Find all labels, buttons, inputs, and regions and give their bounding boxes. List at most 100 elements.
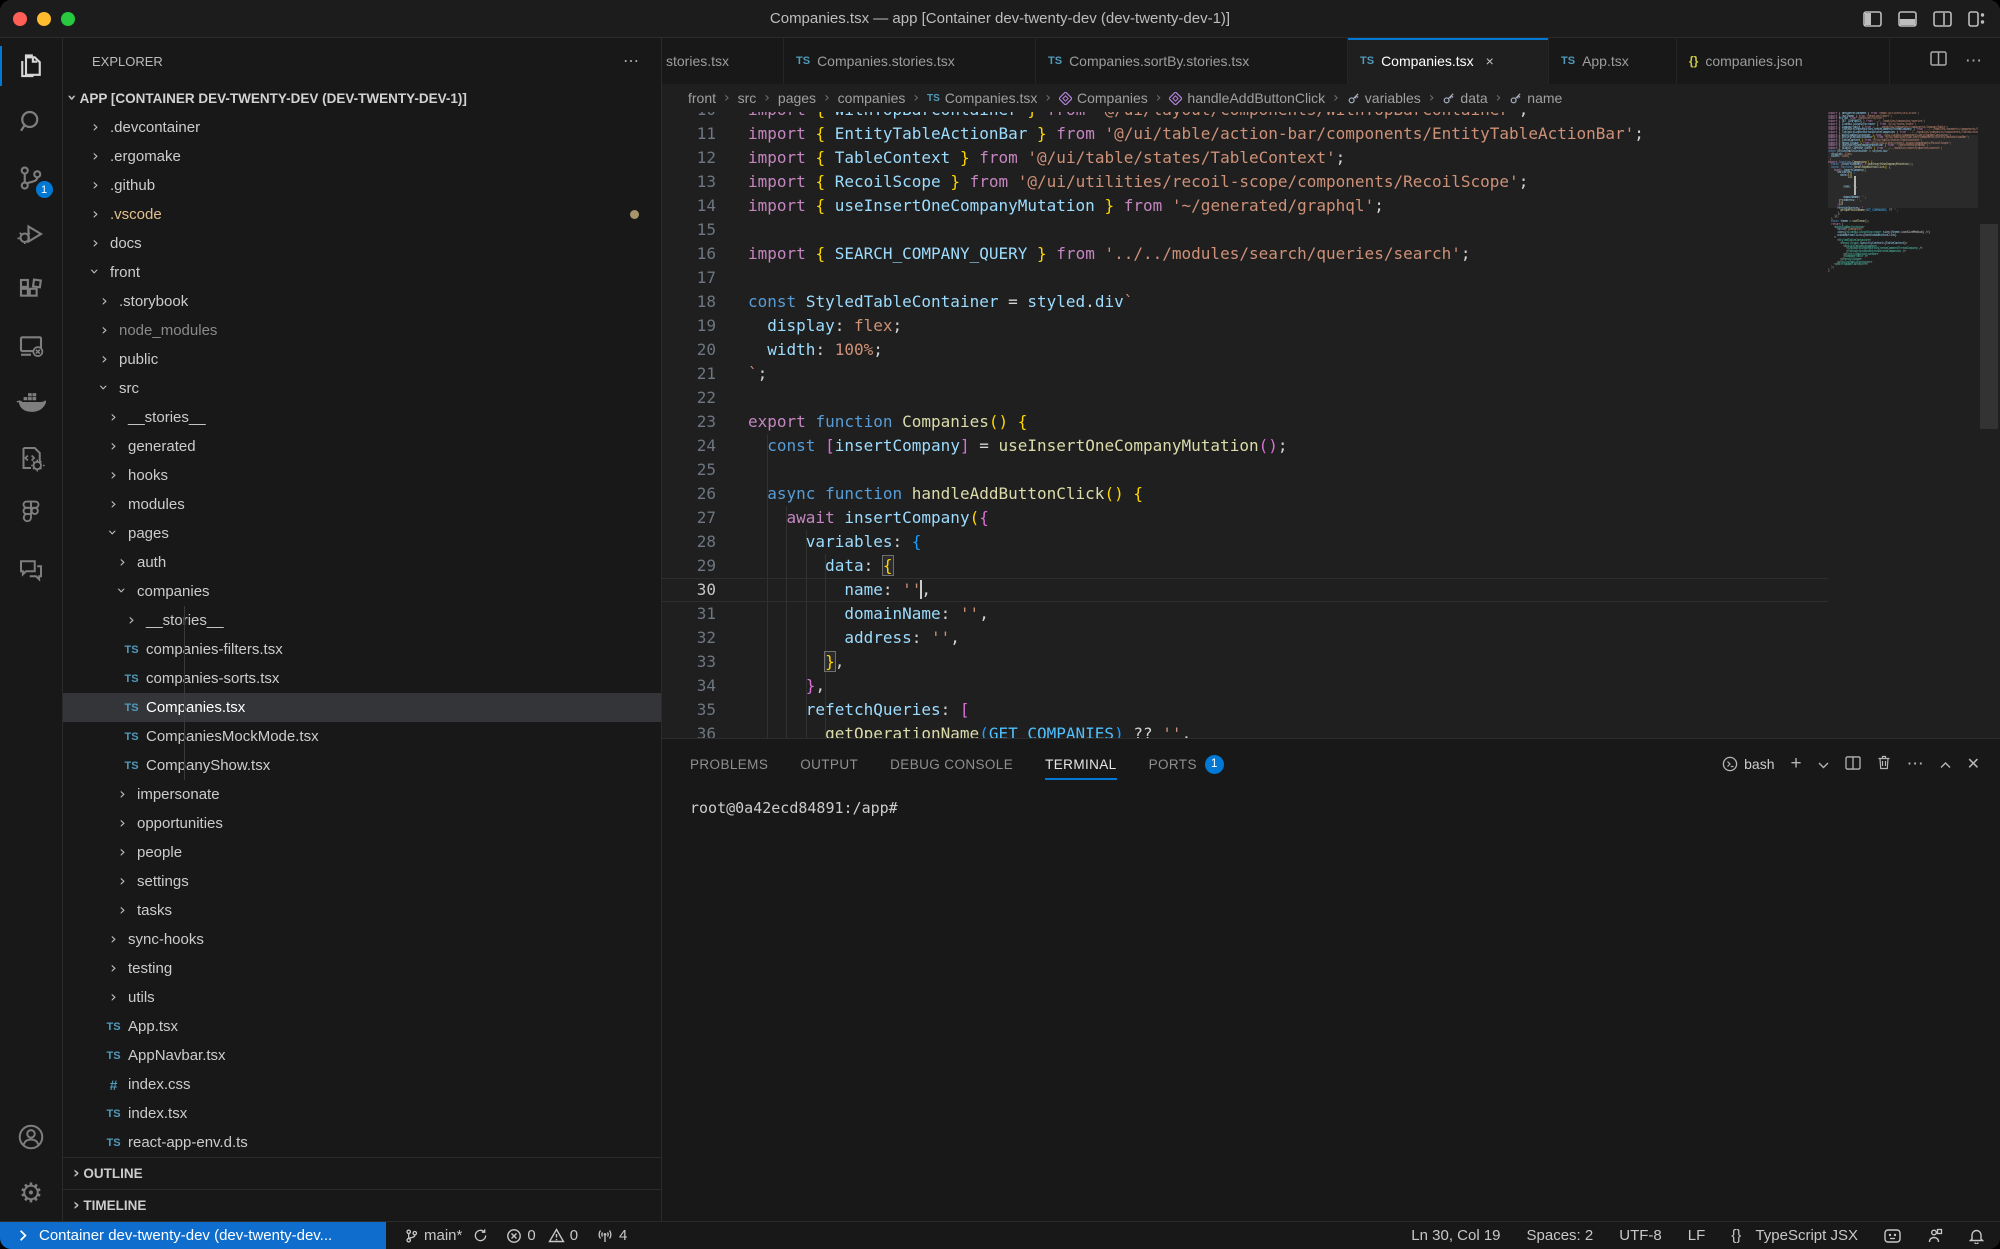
kill-terminal-trash-icon[interactable] bbox=[1877, 755, 1891, 773]
code-line-29[interactable]: 29 data: { bbox=[662, 554, 1828, 578]
breadcrumb-item-src[interactable]: src bbox=[738, 90, 757, 106]
code-line-15[interactable]: 15 bbox=[662, 218, 1828, 242]
tab-stories-tsx[interactable]: stories.tsx bbox=[662, 38, 784, 84]
activity-comments-icon[interactable] bbox=[0, 542, 63, 598]
code-line-13[interactable]: 13import { RecoilScope } from '@/ui/util… bbox=[662, 170, 1828, 194]
code-line-14[interactable]: 14import { useInsertOneCompanyMutation }… bbox=[662, 194, 1828, 218]
panel-more-actions-icon[interactable]: ⋯ bbox=[1907, 754, 1924, 774]
minimize-window-button[interactable] bbox=[37, 12, 51, 26]
code-line-22[interactable]: 22 bbox=[662, 386, 1828, 410]
code-line-26[interactable]: 26 async function handleAddButtonClick()… bbox=[662, 482, 1828, 506]
code-line-35[interactable]: 35 refetchQueries: [ bbox=[662, 698, 1828, 722]
scrollbar-thumb[interactable] bbox=[1980, 224, 1998, 429]
tree-item-tasks[interactable]: ›tasks bbox=[63, 896, 661, 925]
tree-item-node-modules[interactable]: ›node_modules bbox=[63, 316, 661, 345]
ports-item[interactable]: 4 bbox=[596, 1227, 627, 1244]
terminal-dropdown-chevron-icon[interactable] bbox=[1818, 756, 1829, 772]
tree-item-sync-hooks[interactable]: ›sync-hooks bbox=[63, 925, 661, 954]
code-line-10[interactable]: 10import { WithTopBarContainer } from '@… bbox=[662, 112, 1828, 122]
code-line-16[interactable]: 16import { SEARCH_COMPANY_QUERY } from '… bbox=[662, 242, 1828, 266]
workspace-section-header[interactable]: › APP [CONTAINER DEV-TWENTY-DEV (DEV-TWE… bbox=[63, 84, 661, 113]
activity-settings-gear-icon[interactable]: ⚙ bbox=[0, 1165, 63, 1221]
breadcrumb-item-name[interactable]: name bbox=[1509, 90, 1562, 106]
breadcrumb-item-pages[interactable]: pages bbox=[778, 90, 816, 106]
minimap[interactable]: import { getOperationName } from '@apoll… bbox=[1828, 112, 1978, 738]
tree-item-docs[interactable]: ›docs bbox=[63, 229, 661, 258]
timeline-section[interactable]: › TIMELINE bbox=[63, 1189, 661, 1221]
tree-item--storybook[interactable]: ›.storybook bbox=[63, 287, 661, 316]
panel-tab-ports[interactable]: PORTS1 bbox=[1149, 739, 1224, 789]
tree-item-appnavbar-tsx[interactable]: TSAppNavbar.tsx bbox=[63, 1041, 661, 1070]
tree-item-opportunities[interactable]: ›opportunities bbox=[63, 809, 661, 838]
tree-item-index-css[interactable]: #index.css bbox=[63, 1070, 661, 1099]
code-line-19[interactable]: 19 display: flex; bbox=[662, 314, 1828, 338]
close-tab-icon[interactable]: × bbox=[1486, 53, 1494, 69]
terminal[interactable]: root@0a42ecd84891:/app# bbox=[662, 789, 2000, 817]
notifications-bell-icon[interactable] bbox=[1969, 1228, 1984, 1244]
maximize-panel-chevron-icon[interactable] bbox=[1940, 756, 1951, 772]
tree-item-index-tsx[interactable]: TSindex.tsx bbox=[63, 1099, 661, 1128]
activity-extensions-icon[interactable] bbox=[0, 262, 63, 318]
tree-item-react-app-env-d-ts[interactable]: TSreact-app-env.d.ts bbox=[63, 1128, 661, 1157]
activity-search-icon[interactable] bbox=[0, 94, 63, 150]
breadcrumb-item-handleaddbuttonclick[interactable]: handleAddButtonClick bbox=[1169, 90, 1325, 106]
git-branch-item[interactable]: main* bbox=[404, 1227, 488, 1244]
close-panel-icon[interactable]: ✕ bbox=[1967, 754, 1980, 774]
tree-item-utils[interactable]: ›utils bbox=[63, 983, 661, 1012]
activity-remote-explorer-icon[interactable] bbox=[0, 318, 63, 374]
tree-item-auth[interactable]: ›auth bbox=[63, 548, 661, 577]
code-line-31[interactable]: 31 domainName: '', bbox=[662, 602, 1828, 626]
eol-item[interactable]: LF bbox=[1688, 1227, 1706, 1244]
feedback-icon[interactable] bbox=[1884, 1228, 1901, 1244]
toggle-secondary-sidebar-icon[interactable] bbox=[1933, 11, 1952, 27]
activity-code-config-icon[interactable] bbox=[0, 430, 63, 486]
tree-item--stories-[interactable]: ›__stories__ bbox=[63, 606, 661, 635]
tab-app-tsx[interactable]: TSApp.tsx bbox=[1549, 38, 1677, 84]
code-line-30[interactable]: 30 name: '', bbox=[662, 578, 1828, 602]
code-line-27[interactable]: 27 await insertCompany({ bbox=[662, 506, 1828, 530]
problems-item[interactable]: 0 0 bbox=[506, 1227, 578, 1244]
code-editor[interactable]: 10import { WithTopBarContainer } from '@… bbox=[662, 112, 2000, 738]
tab-companies-json[interactable]: {}companies.json bbox=[1677, 38, 1890, 84]
tree-item-pages[interactable]: ›pages bbox=[63, 519, 661, 548]
tree-item-hooks[interactable]: ›hooks bbox=[63, 461, 661, 490]
close-window-button[interactable] bbox=[13, 12, 27, 26]
tree-item-testing[interactable]: ›testing bbox=[63, 954, 661, 983]
code-line-17[interactable]: 17 bbox=[662, 266, 1828, 290]
breadcrumb-item-data[interactable]: data bbox=[1442, 90, 1487, 106]
more-actions-icon[interactable]: ⋯ bbox=[1965, 51, 1982, 71]
outline-section[interactable]: › OUTLINE bbox=[63, 1157, 661, 1189]
code-line-28[interactable]: 28 variables: { bbox=[662, 530, 1828, 554]
tab-companies-stories-tsx[interactable]: TSCompanies.stories.tsx bbox=[784, 38, 1036, 84]
code-line-36[interactable]: 36 getOperationName(GET_COMPANIES) ?? ''… bbox=[662, 722, 1828, 738]
tree-item-generated[interactable]: ›generated bbox=[63, 432, 661, 461]
new-terminal-icon[interactable]: + bbox=[1790, 753, 1801, 775]
code-line-24[interactable]: 24 const [insertCompany] = useInsertOneC… bbox=[662, 434, 1828, 458]
tree-item-impersonate[interactable]: ›impersonate bbox=[63, 780, 661, 809]
remote-indicator[interactable]: Container dev-twenty-dev (dev-twenty-dev… bbox=[0, 1222, 386, 1249]
tree-item-modules[interactable]: ›modules bbox=[63, 490, 661, 519]
activity-account-icon[interactable] bbox=[0, 1109, 63, 1165]
tree-item-companies-sorts-tsx[interactable]: TScompanies-sorts.tsx bbox=[63, 664, 661, 693]
breadcrumb-item-companies[interactable]: companies bbox=[838, 90, 906, 106]
split-terminal-icon[interactable] bbox=[1845, 756, 1861, 773]
tree-item--stories-[interactable]: ›__stories__ bbox=[63, 403, 661, 432]
explorer-more-actions-icon[interactable]: ⋯ bbox=[623, 51, 641, 71]
tree-item--github[interactable]: ›.github bbox=[63, 171, 661, 200]
toggle-sidebar-icon[interactable] bbox=[1863, 11, 1882, 27]
panel-tab-terminal[interactable]: TERMINAL bbox=[1045, 739, 1116, 789]
activity-explorer-icon[interactable] bbox=[0, 38, 63, 94]
code-line-21[interactable]: 21`; bbox=[662, 362, 1828, 386]
indentation-item[interactable]: Spaces: 2 bbox=[1527, 1227, 1594, 1244]
split-editor-icon[interactable] bbox=[1930, 51, 1947, 71]
code-lines[interactable]: 10import { WithTopBarContainer } from '@… bbox=[662, 112, 1828, 738]
cursor-position-item[interactable]: Ln 30, Col 19 bbox=[1411, 1227, 1500, 1244]
code-line-18[interactable]: 18const StyledTableContainer = styled.di… bbox=[662, 290, 1828, 314]
panel-tab-problems[interactable]: PROBLEMS bbox=[690, 739, 768, 789]
tree-item-public[interactable]: ›public bbox=[63, 345, 661, 374]
code-line-34[interactable]: 34 }, bbox=[662, 674, 1828, 698]
tree-item-companies[interactable]: ›companies bbox=[63, 577, 661, 606]
code-line-33[interactable]: 33 }, bbox=[662, 650, 1828, 674]
toggle-panel-icon[interactable] bbox=[1898, 11, 1917, 27]
tab-companies-sortby-stories-tsx[interactable]: TSCompanies.sortBy.stories.tsx bbox=[1036, 38, 1348, 84]
